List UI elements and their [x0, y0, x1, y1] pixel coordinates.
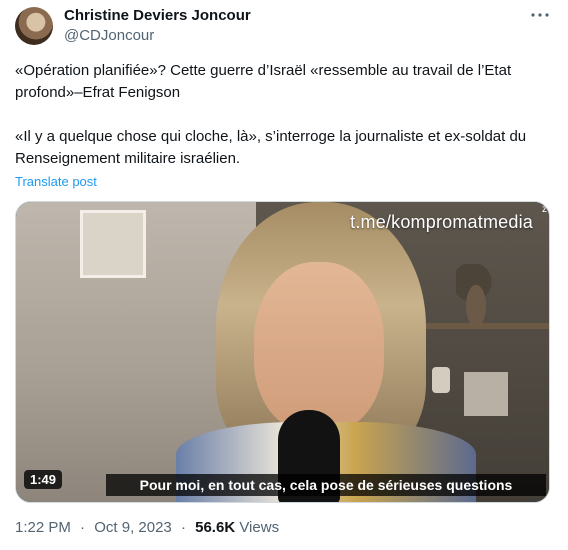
plant: [456, 264, 496, 324]
tweet-meta: 1:22 PM · Oct 9, 2023 · 56.6K Views: [15, 519, 279, 536]
tweet-text-paragraph-1: «Opération planifiée»? Cette guerre d’Is…: [15, 62, 512, 101]
author-handle[interactable]: @CDJoncour: [64, 27, 154, 44]
translate-post-link[interactable]: Translate post: [15, 174, 97, 189]
video-frame: [16, 202, 549, 502]
shelf: [420, 323, 549, 329]
video-watermark: t.me/kompromatmedia: [350, 212, 533, 232]
wall-picture: [80, 210, 146, 278]
video-duration-badge: 1:49: [24, 470, 63, 489]
video-subtitle: Pour moi, en tout cas, cela pose de séri…: [106, 474, 546, 496]
views-count: 56.6K: [195, 519, 236, 536]
meta-separator: ·: [80, 519, 86, 536]
views-label: Views: [239, 519, 280, 536]
tweet-date[interactable]: Oct 9, 2023: [94, 519, 172, 536]
meta-separator: ·: [180, 519, 186, 536]
tweet-time[interactable]: 1:22 PM: [15, 519, 71, 536]
video-player[interactable]: t.me/kompromatmedia z Pour moi, en tout …: [15, 201, 550, 503]
avatar[interactable]: [15, 7, 53, 45]
more-options-icon[interactable]: [530, 8, 550, 22]
tweet: Christine Deviers Joncour @CDJoncour «Op…: [0, 0, 568, 550]
video-corner-mark: z: [542, 204, 547, 215]
speaker-face: [254, 262, 384, 432]
tweet-text-paragraph-2: «Il y a quelque chose qui cloche, là», s…: [15, 128, 527, 167]
author-display-name[interactable]: Christine Deviers Joncour: [64, 7, 251, 24]
